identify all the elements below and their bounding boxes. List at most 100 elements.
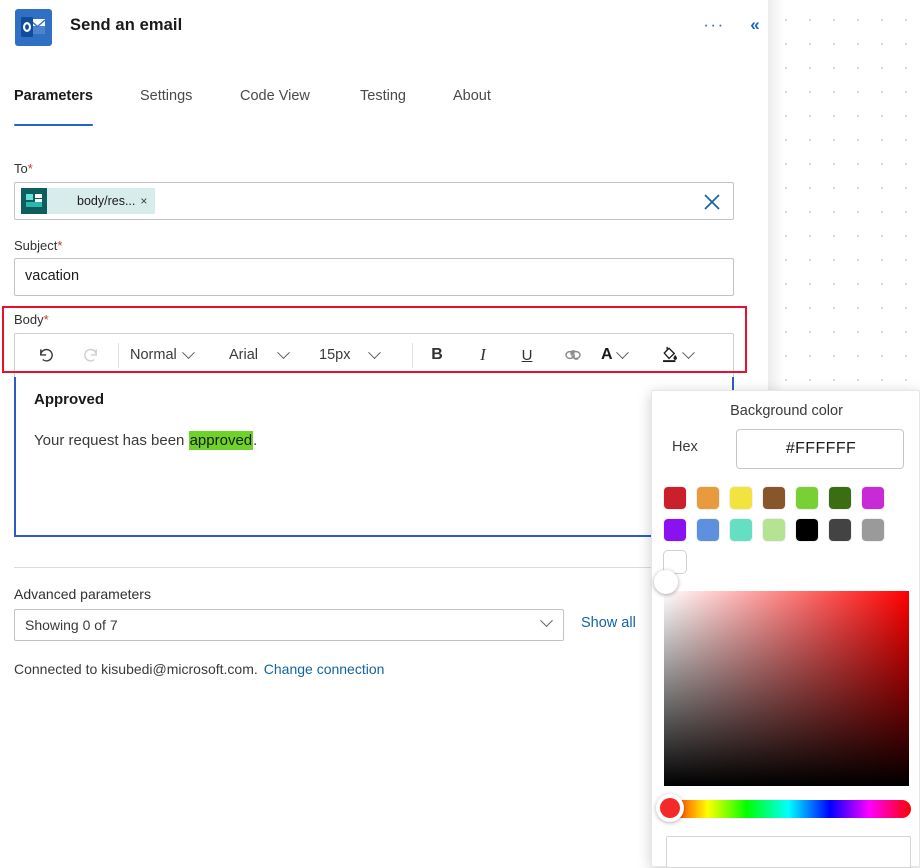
to-token-chip[interactable]: body/res... × <box>21 188 155 214</box>
swatch-row <box>664 487 914 509</box>
paint-bucket-icon <box>660 344 679 367</box>
tab-code-view[interactable]: Code View <box>240 88 310 126</box>
body-text-before: Your request has been <box>34 432 189 449</box>
body-field-label: Body* <box>14 312 49 327</box>
body-highlighted-word: approved <box>189 431 254 450</box>
connection-status-text: Connected to kisubedi@microsoft.com. <box>14 661 258 677</box>
advanced-parameters-label: Advanced parameters <box>14 586 151 602</box>
page-title: Send an email <box>70 16 182 35</box>
show-all-link[interactable]: Show all <box>581 615 636 631</box>
color-swatch[interactable] <box>862 487 884 509</box>
body-text-after: . <box>253 432 257 449</box>
chevron-down-icon <box>616 346 629 359</box>
toolbar-divider <box>118 343 119 368</box>
swatch-row <box>664 519 914 541</box>
connection-status: Connected to kisubedi@microsoft.com. Chan… <box>14 661 384 677</box>
to-label-text: To <box>14 161 28 176</box>
saturation-value-handle[interactable] <box>654 570 678 594</box>
tab-about-label: About <box>453 88 491 104</box>
color-swatch[interactable] <box>796 519 818 541</box>
chevron-down-icon <box>369 346 382 359</box>
tab-settings[interactable]: Settings <box>140 88 192 126</box>
to-required-marker: * <box>28 161 33 176</box>
chevron-down-icon <box>277 346 290 359</box>
color-swatch[interactable] <box>763 519 785 541</box>
link-icon[interactable] <box>555 334 591 376</box>
body-required-marker: * <box>44 312 49 327</box>
subject-input[interactable]: vacation <box>14 258 734 296</box>
collapse-panel-button[interactable]: « <box>742 13 768 39</box>
redo-icon <box>73 334 107 376</box>
to-input[interactable]: body/res... × <box>14 182 734 220</box>
card-header: Send an email ··· « <box>0 0 768 58</box>
color-preview-box <box>666 836 911 868</box>
advanced-parameters-select[interactable]: Showing 0 of 7 <box>14 609 564 641</box>
hue-slider-thumb[interactable] <box>656 794 684 822</box>
rich-text-toolbar: Normal Arial 15px B I U A <box>14 333 734 377</box>
color-swatch[interactable] <box>664 487 686 509</box>
font-color-button[interactable]: A <box>601 334 627 376</box>
tab-parameters-label: Parameters <box>14 88 93 104</box>
to-token-remove-icon[interactable]: × <box>140 194 155 208</box>
chevron-down-icon <box>682 346 695 359</box>
subject-field-label: Subject* <box>14 238 62 253</box>
tab-active-indicator <box>14 124 93 127</box>
font-size-value: 15px <box>319 347 350 363</box>
outlook-icon <box>15 9 52 46</box>
toolbar-divider <box>412 343 413 368</box>
color-swatch-grid <box>664 487 914 583</box>
tab-parameters[interactable]: Parameters <box>14 88 93 126</box>
color-swatch[interactable] <box>697 519 719 541</box>
section-divider <box>14 567 734 568</box>
font-family-dropdown[interactable]: Arial <box>229 334 288 376</box>
tab-testing[interactable]: Testing <box>360 88 406 126</box>
hex-input[interactable]: #FFFFFF <box>736 429 904 469</box>
color-swatch[interactable] <box>862 519 884 541</box>
color-swatch[interactable] <box>664 519 686 541</box>
body-label-text: Body <box>14 312 44 327</box>
swatch-row <box>664 551 914 573</box>
body-rich-text-editor[interactable]: Approved Your request has been approved. <box>14 377 734 537</box>
tab-settings-label: Settings <box>140 88 192 104</box>
italic-button[interactable]: I <box>465 334 501 376</box>
undo-icon[interactable] <box>29 334 63 376</box>
font-color-letter: A <box>601 346 613 364</box>
subject-input-value: vacation <box>25 268 79 284</box>
dynamic-content-icon <box>21 188 47 214</box>
more-options-button[interactable]: ··· <box>700 14 728 40</box>
color-swatch[interactable] <box>730 519 752 541</box>
body-heading: Approved <box>34 391 104 408</box>
to-field-label: To* <box>14 161 33 176</box>
color-swatch[interactable] <box>829 487 851 509</box>
block-style-dropdown[interactable]: Normal <box>130 334 193 376</box>
font-size-dropdown[interactable]: 15px <box>319 334 379 376</box>
tab-bar: Parameters Settings Code View Testing Ab… <box>0 88 768 126</box>
color-swatch[interactable] <box>763 487 785 509</box>
hue-slider-track[interactable] <box>666 800 911 818</box>
to-token-label: body/res... <box>47 194 140 208</box>
chevron-down-icon <box>182 346 195 359</box>
color-swatch[interactable] <box>829 519 851 541</box>
highlight-color-button[interactable] <box>660 334 693 376</box>
color-swatch[interactable] <box>730 487 752 509</box>
color-swatch[interactable] <box>697 487 719 509</box>
hex-label: Hex <box>672 439 698 455</box>
tab-testing-label: Testing <box>360 88 406 104</box>
hex-input-value: #FFFFFF <box>737 430 905 468</box>
font-family-value: Arial <box>229 347 258 363</box>
color-swatch[interactable] <box>796 487 818 509</box>
tab-about[interactable]: About <box>453 88 491 126</box>
subject-label-text: Subject <box>14 238 57 253</box>
background-color-picker: Background color Hex #FFFFFF <box>651 390 920 867</box>
clear-icon[interactable] <box>701 191 723 213</box>
saturation-value-area[interactable] <box>664 591 909 786</box>
block-style-value: Normal <box>130 347 177 363</box>
change-connection-link[interactable]: Change connection <box>264 661 385 677</box>
underline-button[interactable]: U <box>509 334 545 376</box>
advanced-parameters-value: Showing 0 of 7 <box>25 617 118 633</box>
color-picker-title: Background color <box>652 403 920 419</box>
body-paragraph: Your request has been approved. <box>34 432 257 449</box>
bold-button[interactable]: B <box>419 334 455 376</box>
tab-code-view-label: Code View <box>240 88 310 104</box>
subject-required-marker: * <box>57 238 62 253</box>
